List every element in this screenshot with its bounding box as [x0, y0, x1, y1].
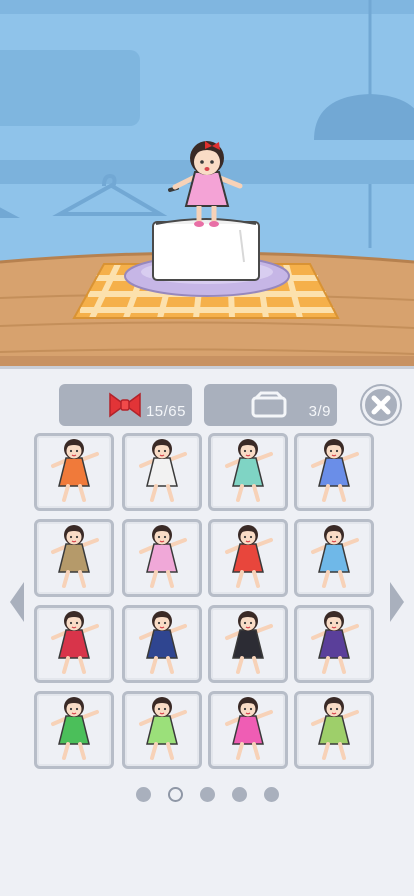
costume-slot-hula-dancer[interactable] [34, 691, 114, 769]
costume-slot-tennis-player[interactable] [294, 519, 374, 597]
costume-slot-orange-flower-dress[interactable] [34, 433, 114, 511]
page-dot-2[interactable] [168, 787, 183, 802]
box-icon [251, 391, 287, 418]
heian-princess-figure-icon [311, 697, 359, 760]
costume-slot-mint-striped-dress[interactable] [208, 433, 288, 511]
tofu-block [152, 218, 260, 281]
scene-illustration [0, 0, 414, 372]
page-dot-1[interactable] [136, 787, 151, 802]
box-counter: 3/9 [204, 384, 337, 426]
cheerleader-figure-icon [311, 439, 359, 502]
costume-panel: 15/65 3/9 [0, 366, 414, 896]
costume-slot-business-suit[interactable] [208, 605, 288, 683]
costume-slot-jiangshi[interactable] [294, 605, 374, 683]
jiangshi-figure-icon [311, 611, 359, 674]
pop-idol-figure-icon [225, 697, 273, 760]
page-indicator [0, 787, 414, 807]
costume-slot-police-officer[interactable] [122, 605, 202, 683]
costume-slot-pop-idol[interactable] [208, 691, 288, 769]
police-officer-figure-icon [139, 611, 187, 674]
ribbon-icon [109, 392, 141, 418]
box-count: 3/9 [308, 403, 331, 420]
costume-count: 15/65 [145, 403, 186, 420]
tennis-player-figure-icon [311, 525, 359, 588]
close-icon [371, 395, 391, 415]
ghost-white-robe-figure-icon [139, 439, 187, 502]
business-suit-figure-icon [225, 611, 273, 674]
costume-slot-ghost-white-robe[interactable] [122, 433, 202, 511]
previous-page-arrow-icon[interactable] [6, 579, 28, 625]
page-dot-3[interactable] [200, 787, 215, 802]
page-dot-4[interactable] [232, 787, 247, 802]
costume-slot-basketball-player[interactable] [208, 519, 288, 597]
page-dot-5[interactable] [264, 787, 279, 802]
costume-slot-cheerleader[interactable] [294, 433, 374, 511]
stage-scene [0, 0, 414, 372]
costume-slot-heian-princess[interactable] [294, 691, 374, 769]
costume-slot-shrine-maiden[interactable] [34, 605, 114, 683]
window-silhouette [0, 50, 140, 126]
pink-bunny-suit-figure-icon [139, 525, 187, 588]
costume-slot-pink-bunny-suit[interactable] [122, 519, 202, 597]
orange-flower-dress-figure-icon [51, 439, 99, 502]
tribal-spear-figure-icon [51, 525, 99, 588]
hula-dancer-figure-icon [51, 697, 99, 760]
costume-slot-tribal-spear[interactable] [34, 519, 114, 597]
mint-striped-dress-figure-icon [225, 439, 273, 502]
next-page-arrow-icon[interactable] [386, 579, 408, 625]
basketball-player-figure-icon [225, 525, 273, 588]
green-fairy-figure-icon [139, 697, 187, 760]
costume-counter: 15/65 [59, 384, 192, 426]
shrine-maiden-figure-icon [51, 611, 99, 674]
close-button[interactable] [362, 386, 400, 424]
costume-slot-green-fairy[interactable] [122, 691, 202, 769]
